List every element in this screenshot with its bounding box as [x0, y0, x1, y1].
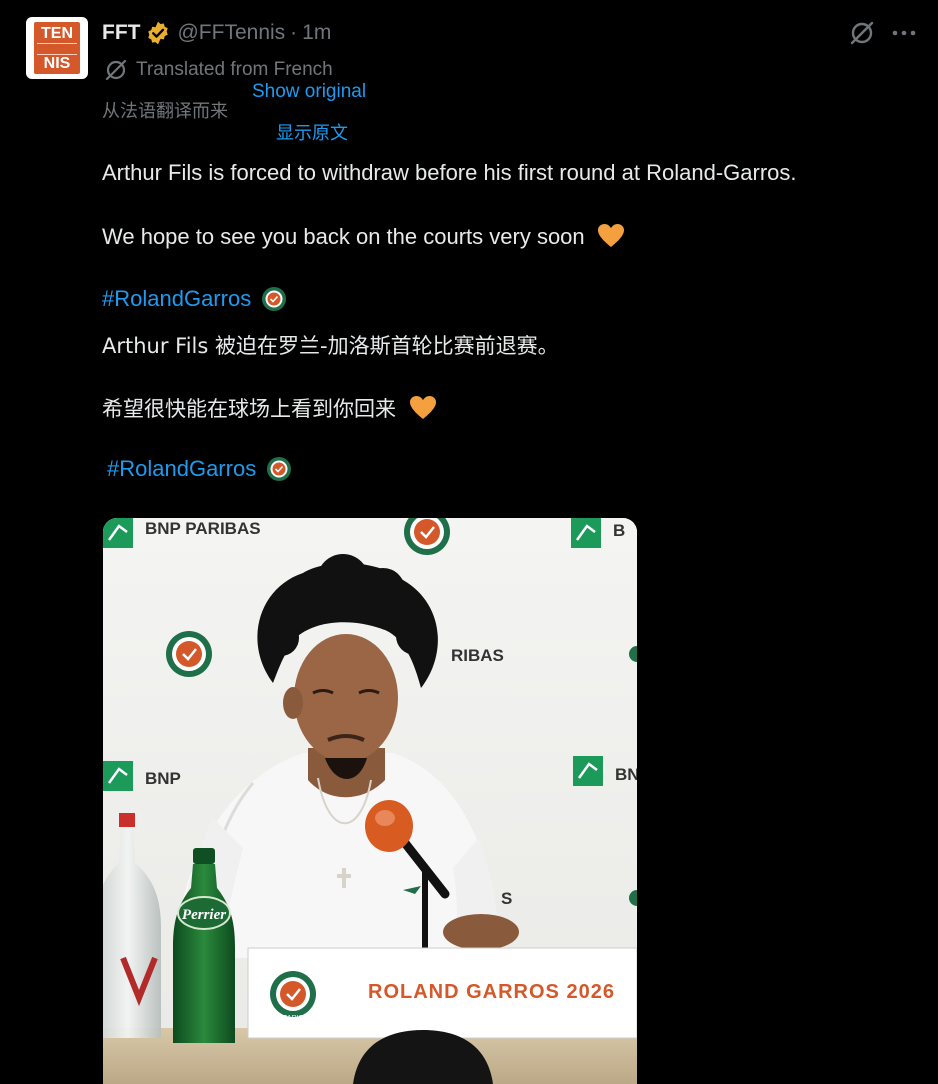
avatar-top-text: TEN: [41, 25, 73, 42]
show-original-link-zh[interactable]: 显示原文: [276, 119, 348, 145]
fft-logo: TEN NIS: [34, 22, 80, 74]
tweet-text-line-2-zh-text: 希望很快能在球场上看到你回来: [102, 397, 396, 421]
display-name[interactable]: FFT: [102, 21, 140, 45]
sponsor-text: BNP PARIBAS: [145, 519, 261, 538]
translation-notice: Translated from French: [104, 58, 333, 82]
sponsor-text-edge: B: [613, 521, 625, 540]
tweet-hashtag-line-1: #RolandGarros: [102, 286, 287, 312]
tweet-text-line-2-zh: 希望很快能在球场上看到你回来: [102, 393, 437, 423]
tweet: TEN NIS FFT @FFTennis · 1m Translated fr…: [0, 0, 938, 1084]
tweet-hashtag-line-2: #RolandGarros: [107, 456, 292, 482]
orange-heart-icon: [597, 223, 625, 249]
hashtag-link[interactable]: #RolandGarros: [107, 456, 256, 481]
tweet-text-line-2: We hope to see you back on the courts ve…: [102, 223, 625, 250]
tweet-photo[interactable]: BNP PARIBAS B RIBAS BNP BN S PARIS ROLAN…: [103, 518, 637, 1084]
tweet-text-line-1-zh: Arthur Fils 被迫在罗兰-加洛斯首轮比赛前退赛。: [102, 334, 559, 358]
sponsor-text-right: BN: [615, 765, 637, 784]
sponsor-text-s: S: [501, 889, 512, 908]
roland-garros-emoji-icon: [266, 456, 292, 482]
sponsor-text-short: BNP: [145, 769, 181, 788]
avatar-divider: [37, 43, 77, 55]
verified-badge-icon[interactable]: [145, 20, 171, 46]
tweet-text-line-1: Arthur Fils is forced to withdraw before…: [102, 160, 797, 185]
translated-label-zh: 从法语翻译而来: [102, 101, 228, 122]
sponsor-text-partial: RIBAS: [451, 646, 504, 665]
grok-icon[interactable]: [848, 19, 876, 47]
avatar[interactable]: TEN NIS: [26, 17, 88, 79]
nameplate: PARIS ROLAND GARROS 2026: [247, 947, 637, 1039]
more-options-icon[interactable]: [890, 24, 918, 42]
translated-label: Translated from French: [136, 59, 333, 80]
orange-heart-icon: [409, 395, 437, 421]
tweet-header: FFT @FFTennis · 1m: [102, 18, 331, 48]
hashtag-link[interactable]: #RolandGarros: [102, 286, 251, 311]
timestamp[interactable]: 1m: [302, 21, 331, 45]
nameplate-logo-text: PARIS: [283, 1015, 304, 1022]
separator-dot: ·: [290, 21, 298, 44]
translate-icon: [105, 59, 127, 81]
avatar-bottom-text: NIS: [43, 55, 71, 72]
roland-garros-emoji-icon: [261, 286, 287, 312]
bottle-label: Perrier: [182, 907, 226, 923]
show-original-link[interactable]: Show original: [252, 81, 366, 103]
tweet-text-line-2-text: We hope to see you back on the courts ve…: [102, 224, 585, 249]
user-handle[interactable]: @FFTennis: [177, 21, 285, 45]
nameplate-text: ROLAND GARROS 2026: [368, 981, 615, 1003]
